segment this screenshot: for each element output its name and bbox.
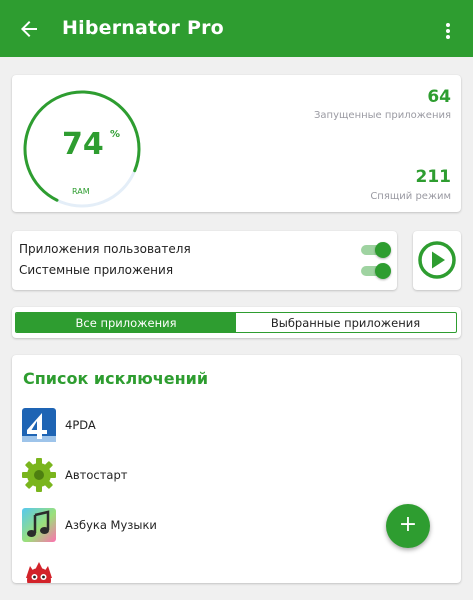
list-item[interactable]: Автостарт: [12, 454, 461, 498]
gear-app-icon: [22, 458, 56, 492]
tab-all-apps[interactable]: Все приложения: [16, 313, 236, 332]
exclusion-list-title: Список исключений: [23, 369, 209, 388]
app-name: Азбука Музыки: [65, 518, 157, 532]
system-apps-label: Системные приложения: [19, 263, 174, 277]
app-filter-tabs-card: Все приложения Выбранные приложения: [12, 307, 461, 338]
list-item[interactable]: 4PDA: [12, 404, 461, 448]
exclusion-list-card: Список исключений 4PDA Автостарт Азбука …: [12, 355, 461, 583]
ram-percent-sign: %: [110, 129, 121, 140]
app-bar: Hibernator Pro: [0, 0, 473, 57]
ram-status-card: 74 % RAM 64 Запущенные приложения 211 Сп…: [12, 75, 461, 212]
system-apps-switch[interactable]: [361, 263, 391, 279]
app-name: 4PDA: [65, 418, 96, 432]
app-title: Hibernator Pro: [62, 17, 224, 39]
add-icon: +: [398, 512, 418, 537]
switch-thumb: [375, 242, 391, 258]
running-apps-label: Запущенные приложения: [314, 110, 451, 121]
add-exclusion-button[interactable]: +: [386, 504, 430, 548]
running-apps-count: 64: [427, 87, 451, 107]
4pda-app-icon: [22, 408, 56, 442]
ram-percent: 74: [62, 127, 104, 162]
music-note-app-icon: [22, 508, 56, 542]
hibernate-start-button[interactable]: [413, 231, 461, 290]
list-item[interactable]: [12, 554, 461, 583]
tab-selected-apps[interactable]: Выбранные приложения: [236, 313, 455, 332]
user-apps-label: Приложения пользователя: [19, 242, 191, 256]
user-apps-switch[interactable]: [361, 242, 391, 258]
app-filter-tabs: Все приложения Выбранные приложения: [15, 312, 457, 333]
more-vertical-icon[interactable]: [440, 17, 456, 41]
sleeping-apps-count: 211: [415, 167, 452, 187]
ram-label: RAM: [72, 187, 90, 196]
play-circle-icon: [418, 241, 456, 279]
sleeping-apps-label: Спящий режим: [370, 191, 451, 202]
app-type-toggles-card: Приложения пользователя Системные прилож…: [12, 231, 397, 290]
red-bug-app-icon: [26, 562, 52, 583]
switch-thumb: [375, 263, 391, 279]
app-name: Автостарт: [65, 468, 128, 482]
arrow-left-icon[interactable]: [17, 17, 41, 41]
